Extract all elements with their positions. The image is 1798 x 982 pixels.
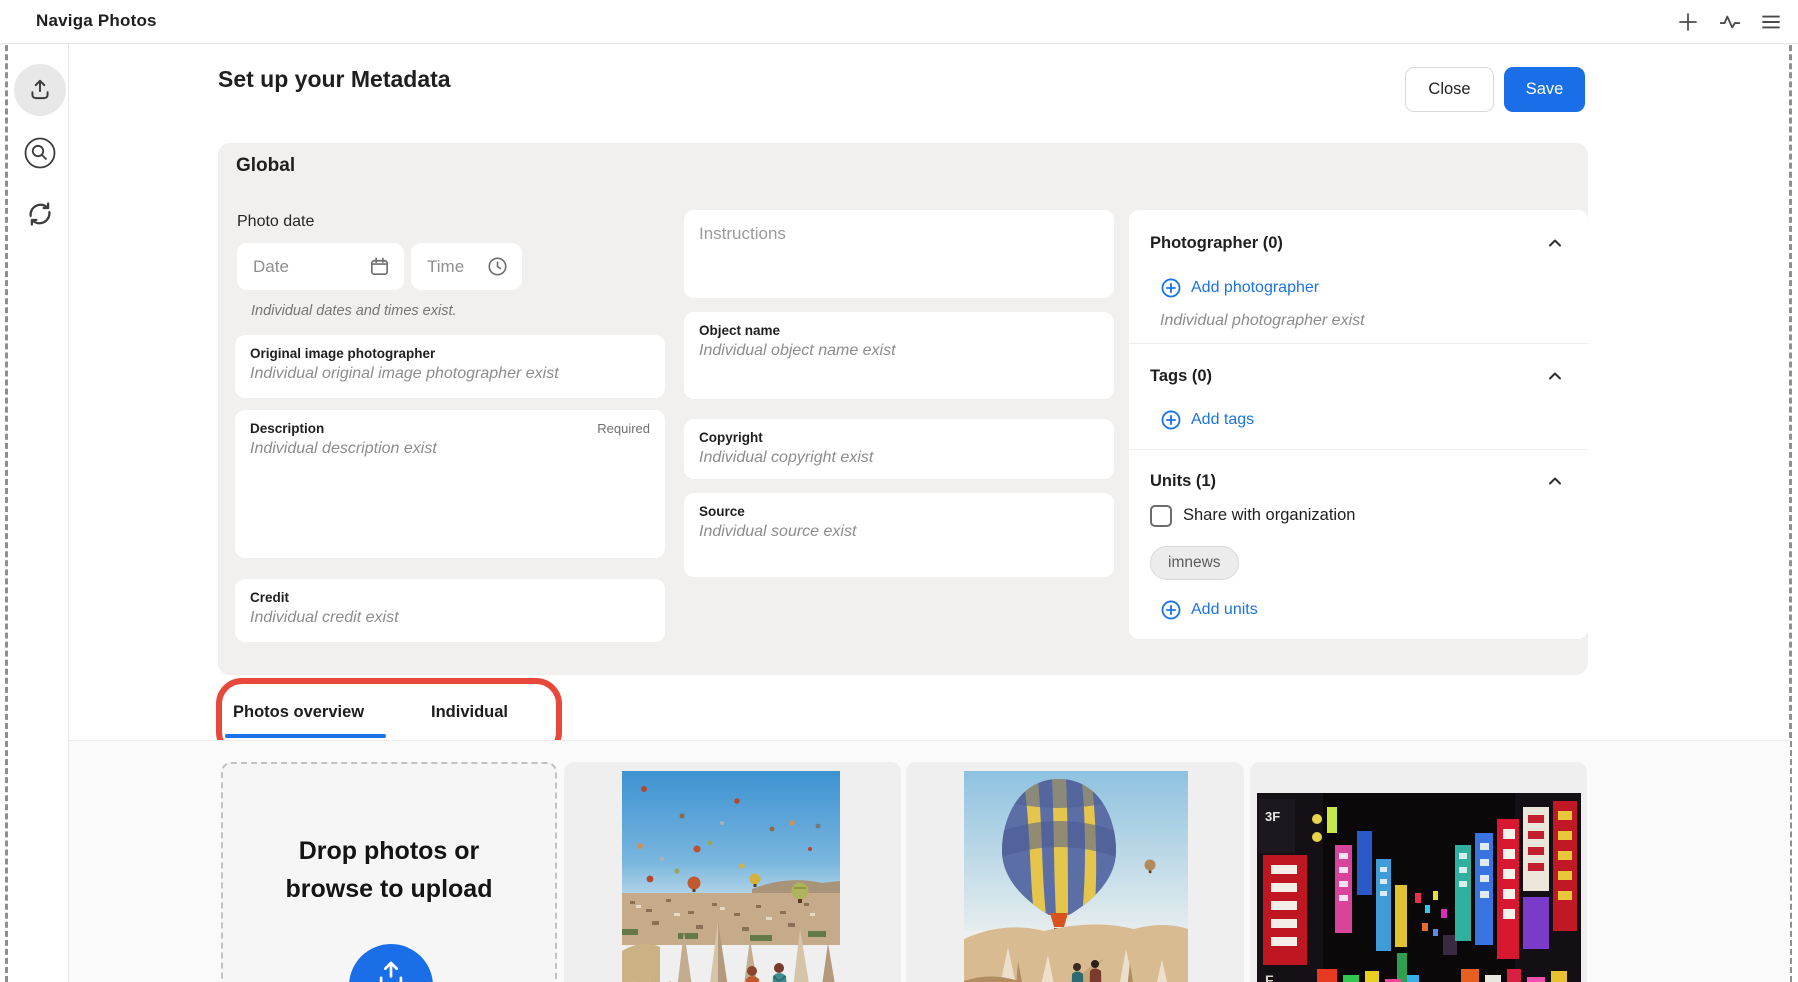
close-button[interactable]: Close	[1405, 67, 1494, 112]
description-label: Description	[250, 421, 324, 436]
plus-circle-icon	[1160, 599, 1182, 621]
section-divider	[1129, 343, 1588, 344]
chevron-up-icon[interactable]	[1542, 468, 1568, 494]
date-placeholder: Date	[253, 257, 289, 277]
plus-circle-icon	[1160, 277, 1182, 299]
units-section-title: Units (1)	[1150, 472, 1216, 491]
upload-photos-button[interactable]	[349, 944, 433, 982]
add-photographer-label: Add photographer	[1191, 279, 1319, 297]
original-image-photographer-label: Original image photographer	[250, 346, 650, 361]
original-image-photographer-value: Individual original image photographer e…	[250, 365, 650, 383]
activity-icon[interactable]	[1716, 8, 1744, 36]
add-tags-label: Add tags	[1191, 411, 1254, 429]
add-units-label: Add units	[1191, 601, 1258, 619]
photographer-section-header: Photographer (0)	[1150, 230, 1568, 256]
photo-cappadocia-balloons	[622, 771, 840, 982]
credit-field[interactable]: Credit Individual credit exist	[235, 579, 665, 642]
credit-label: Credit	[250, 590, 650, 605]
save-button[interactable]: Save	[1504, 67, 1585, 112]
credit-value: Individual credit exist	[250, 609, 650, 627]
drop-photos-text-line1: Drop photos or	[223, 832, 555, 870]
object-name-value: Individual object name exist	[699, 342, 1099, 360]
chevron-up-icon[interactable]	[1542, 363, 1568, 389]
share-with-organization-label: Share with organization	[1183, 506, 1355, 525]
photographer-helper: Individual photographer exist	[1160, 312, 1365, 330]
required-badge: Required	[597, 421, 650, 436]
copyright-field[interactable]: Copyright Individual copyright exist	[684, 419, 1114, 479]
upload-icon	[374, 958, 408, 982]
photo-thumbnail-card[interactable]	[906, 762, 1244, 982]
calendar-icon	[368, 255, 391, 278]
top-bar	[0, 0, 1798, 44]
date-input[interactable]: Date	[237, 243, 404, 290]
metadata-side-panel: Photographer (0) Add photographer Indivi…	[1129, 210, 1588, 639]
photo-striped-balloon	[964, 771, 1188, 982]
share-with-organization-checkbox[interactable]	[1150, 505, 1172, 527]
copyright-label: Copyright	[699, 430, 1099, 445]
svg-text:F: F	[1265, 972, 1274, 982]
global-section-title: Global	[236, 155, 295, 177]
global-metadata-panel: Global Photo date Date Time Individual d…	[218, 143, 1588, 675]
section-divider	[1129, 449, 1588, 450]
tab-photos-overview[interactable]: Photos overview	[233, 703, 364, 722]
photo-tokyo-neon-street: 3F F	[1257, 793, 1581, 982]
plus-icon[interactable]	[1674, 8, 1702, 36]
photo-thumbnail-card[interactable]: 3F F	[1250, 762, 1587, 982]
copyright-value: Individual copyright exist	[699, 449, 1099, 467]
drop-photos-area[interactable]: Drop photos or browse to upload	[221, 762, 557, 982]
time-placeholder: Time	[427, 257, 464, 277]
tab-individual[interactable]: Individual	[431, 703, 508, 722]
plus-circle-icon	[1160, 409, 1182, 431]
unit-chip: imnews	[1150, 546, 1239, 580]
source-value: Individual source exist	[699, 523, 1099, 541]
menu-icon[interactable]	[1757, 8, 1785, 36]
clock-icon	[486, 255, 509, 278]
page-title: Set up your Metadata	[218, 66, 451, 93]
chevron-up-icon[interactable]	[1542, 230, 1568, 256]
photographer-section-title: Photographer (0)	[1150, 234, 1283, 253]
instructions-placeholder: Instructions	[699, 224, 1099, 244]
add-units-button[interactable]: Add units	[1160, 599, 1258, 621]
svg-text:3F: 3F	[1265, 809, 1280, 824]
window-frame-left-dashed	[5, 0, 8, 982]
source-field[interactable]: Source Individual source exist	[684, 493, 1114, 577]
drop-photos-text-line2: browse to upload	[223, 870, 555, 908]
tags-section-header: Tags (0)	[1150, 363, 1568, 389]
app-title: Naviga Photos	[36, 11, 157, 31]
original-image-photographer-field[interactable]: Original image photographer Individual o…	[235, 335, 665, 398]
left-sidebar	[9, 44, 69, 982]
upload-icon[interactable]	[14, 64, 66, 116]
search-icon[interactable]	[14, 127, 66, 179]
description-field[interactable]: Description Required Individual descript…	[235, 410, 665, 558]
photo-date-helper: Individual dates and times exist.	[251, 303, 457, 319]
description-value: Individual description exist	[250, 440, 650, 458]
photo-thumbnail-card[interactable]	[564, 762, 901, 982]
photo-date-label: Photo date	[237, 213, 314, 231]
source-label: Source	[699, 504, 1099, 519]
object-name-field[interactable]: Object name Individual object name exist	[684, 312, 1114, 399]
sync-icon[interactable]	[14, 188, 66, 240]
add-photographer-button[interactable]: Add photographer	[1160, 277, 1319, 299]
add-tags-button[interactable]: Add tags	[1160, 409, 1254, 431]
object-name-label: Object name	[699, 323, 1099, 338]
tags-section-title: Tags (0)	[1150, 367, 1212, 386]
instructions-field[interactable]: Instructions	[684, 210, 1114, 298]
active-tab-underline	[225, 734, 386, 738]
time-input[interactable]: Time	[411, 243, 522, 290]
units-section-header: Units (1)	[1150, 468, 1568, 494]
